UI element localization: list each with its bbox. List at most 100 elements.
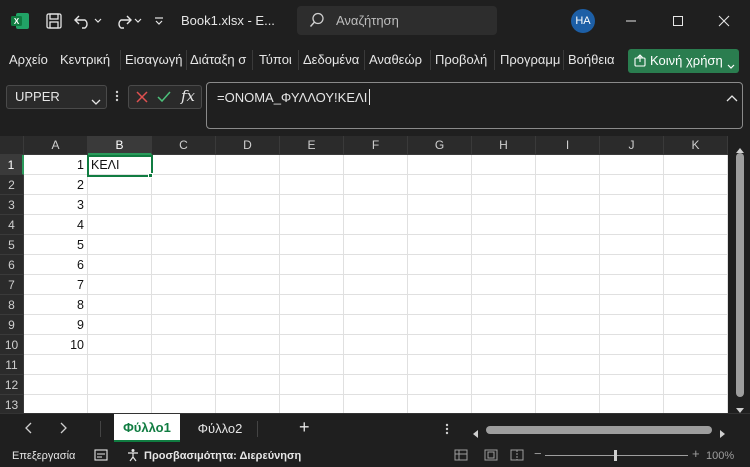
zoom-level[interactable]: 100% [706,450,734,462]
row-header-11[interactable]: 11 [0,355,24,375]
cell-e1[interactable] [280,155,344,175]
cell-b9[interactable] [88,315,152,335]
cell-k3[interactable] [664,195,728,215]
cell-i10[interactable] [536,335,600,355]
cell-j5[interactable] [600,235,664,255]
column-header-h[interactable]: H [472,136,536,155]
cell-d3[interactable] [216,195,280,215]
normal-view-icon[interactable] [454,449,468,464]
cell-j4[interactable] [600,215,664,235]
cell-h11[interactable] [472,355,536,375]
cancel-formula-icon[interactable] [134,89,150,108]
cell-h3[interactable] [472,195,536,215]
cell-k7[interactable] [664,275,728,295]
tab-help[interactable]: Βοήθεια [568,52,615,67]
cell-h2[interactable] [472,175,536,195]
cell-f8[interactable] [344,295,408,315]
cell-a2[interactable]: 2 [24,175,88,195]
tab-formulas[interactable]: Τύποι [259,52,292,67]
close-icon[interactable] [714,11,734,31]
horizontal-scroll-thumb[interactable] [486,426,712,434]
cell-g3[interactable] [408,195,472,215]
row-header-12[interactable]: 12 [0,375,24,395]
cell-b4[interactable] [88,215,152,235]
cell-c8[interactable] [152,295,216,315]
accessibility-status[interactable]: Προσβασιμότητα: Διερεύνηση [144,450,301,462]
cell-j8[interactable] [600,295,664,315]
cell-d9[interactable] [216,315,280,335]
cell-j6[interactable] [600,255,664,275]
cell-f1[interactable] [344,155,408,175]
cell-e6[interactable] [280,255,344,275]
cell-g7[interactable] [408,275,472,295]
column-header-i[interactable]: I [536,136,600,155]
cell-c7[interactable] [152,275,216,295]
cell-g1[interactable] [408,155,472,175]
cell-h1[interactable] [472,155,536,175]
row-header-2[interactable]: 2 [0,175,24,195]
cell-h5[interactable] [472,235,536,255]
cell-c10[interactable] [152,335,216,355]
cell-f9[interactable] [344,315,408,335]
row-header-6[interactable]: 6 [0,255,24,275]
column-header-f[interactable]: F [344,136,408,155]
row-header-1[interactable]: 1 [0,155,24,175]
cell-e5[interactable] [280,235,344,255]
cell-j2[interactable] [600,175,664,195]
column-header-c[interactable]: C [152,136,216,155]
page-layout-view-icon[interactable] [484,449,498,464]
cell-h8[interactable] [472,295,536,315]
cell-e4[interactable] [280,215,344,235]
cell-f10[interactable] [344,335,408,355]
customize-toolbar-icon[interactable] [152,11,166,31]
cell-f11[interactable] [344,355,408,375]
confirm-formula-icon[interactable] [156,89,172,108]
cell-i2[interactable] [536,175,600,195]
cell-g5[interactable] [408,235,472,255]
cell-i7[interactable] [536,275,600,295]
row-header-7[interactable]: 7 [0,275,24,295]
cell-g8[interactable] [408,295,472,315]
cell-d10[interactable] [216,335,280,355]
tab-view[interactable]: Προβολή [435,52,487,67]
cell-i9[interactable] [536,315,600,335]
cell-a5[interactable]: 5 [24,235,88,255]
cell-b1[interactable]: ΚΕΛΙ [88,155,152,175]
cell-f2[interactable] [344,175,408,195]
worksheet-grid[interactable]: A B C D E F G H I J K 1 1 ΚΕΛΙ 2 2 3 3 4 4 5 5 6 6 7 7 8 8 9 9 10 10 11 1… [0,136,750,413]
cell-i1[interactable] [536,155,600,175]
cell-f12[interactable] [344,375,408,395]
cell-j7[interactable] [600,275,664,295]
cell-j11[interactable] [600,355,664,375]
cell-k8[interactable] [664,295,728,315]
undo-dropdown-chevron-icon[interactable] [93,11,103,31]
cell-d1[interactable] [216,155,280,175]
cell-d5[interactable] [216,235,280,255]
cell-k5[interactable] [664,235,728,255]
row-header-5[interactable]: 5 [0,235,24,255]
cell-b2[interactable] [88,175,152,195]
cell-e3[interactable] [280,195,344,215]
cell-j10[interactable] [600,335,664,355]
cell-i4[interactable] [536,215,600,235]
cell-h7[interactable] [472,275,536,295]
user-avatar[interactable]: HA [571,9,595,33]
cell-d13[interactable] [216,395,280,413]
cell-k9[interactable] [664,315,728,335]
cell-k1[interactable] [664,155,728,175]
collapse-formula-bar-icon[interactable] [726,90,738,105]
cell-e8[interactable] [280,295,344,315]
cell-i11[interactable] [536,355,600,375]
cell-f4[interactable] [344,215,408,235]
tab-page-layout[interactable]: Διάταξη σ [190,52,246,67]
cell-e2[interactable] [280,175,344,195]
cell-e10[interactable] [280,335,344,355]
column-header-b[interactable]: B [88,136,152,155]
cell-i5[interactable] [536,235,600,255]
cell-k4[interactable] [664,215,728,235]
name-box[interactable]: UPPER [6,85,107,109]
cell-a8[interactable]: 8 [24,295,88,315]
row-header-13[interactable]: 13 [0,395,24,413]
column-header-e[interactable]: E [280,136,344,155]
cell-b10[interactable] [88,335,152,355]
